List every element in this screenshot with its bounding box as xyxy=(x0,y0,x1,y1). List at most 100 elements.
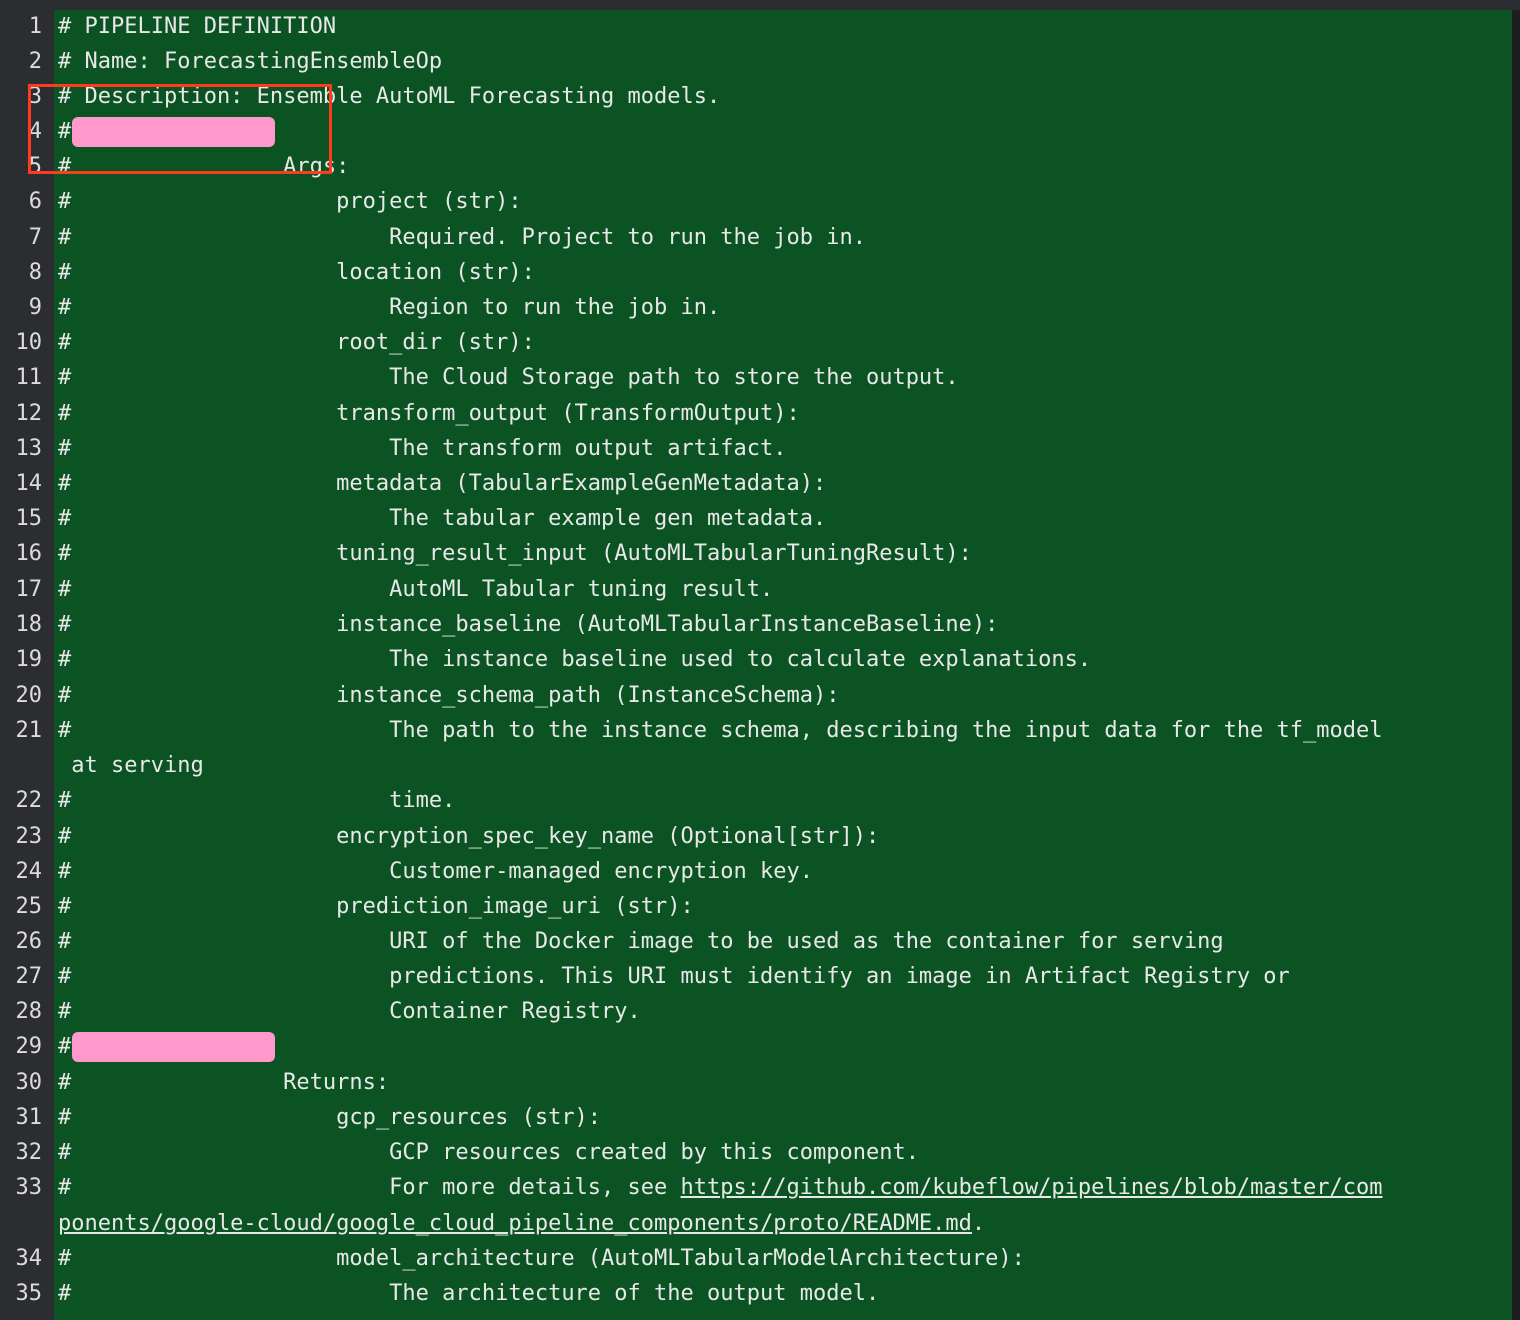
code-text: # For more details, see xyxy=(58,1175,681,1200)
line-number: 10 xyxy=(15,330,43,355)
line-number: 2 xyxy=(28,49,42,74)
code-line: # transform_output (TransformOutput): xyxy=(58,399,800,429)
code-line: # instance_baseline (AutoMLTabularInstan… xyxy=(58,610,998,640)
code-text: # PIPELINE DEFINITION xyxy=(58,14,337,39)
code-line: # encryption_spec_key_name (Optional[str… xyxy=(58,822,879,852)
code-line: at serving xyxy=(58,751,204,781)
code-text: # AutoML Tabular tuning result. xyxy=(58,577,774,602)
code-text: # metadata (TabularExampleGenMetadata): xyxy=(58,471,827,496)
line-number: 25 xyxy=(15,894,43,919)
line-number: 14 xyxy=(15,471,43,496)
code-text: # instance_schema_path (InstanceSchema): xyxy=(58,683,840,708)
code-text: # Customer-managed encryption key. xyxy=(58,859,813,884)
vertical-scrollbar[interactable] xyxy=(1512,10,1520,1320)
code-text: # Returns: xyxy=(58,1070,390,1095)
code-line: # gcp_resources (str): xyxy=(58,1103,601,1133)
code-text: # Region to run the job in. xyxy=(58,295,721,320)
code-text: # Name: ForecastingEnsembleOp xyxy=(58,49,443,74)
line-number: 30 xyxy=(15,1070,43,1095)
line-number: 9 xyxy=(28,295,42,320)
code-text: # xyxy=(58,1034,72,1059)
code-line: # PIPELINE DEFINITION xyxy=(58,12,336,42)
code-line: # instance_schema_path (InstanceSchema): xyxy=(58,681,839,711)
line-number: 20 xyxy=(15,683,43,708)
code-text: # prediction_image_uri (str): xyxy=(58,894,694,919)
code-line: # project (str): xyxy=(58,187,522,217)
code-line: # tuning_result_input (AutoMLTabularTuni… xyxy=(58,539,972,569)
code-line: # For more details, see https://github.c… xyxy=(58,1173,1383,1203)
line-number: 34 xyxy=(15,1246,43,1271)
line-number: 32 xyxy=(15,1140,43,1165)
code-text: . xyxy=(971,1211,986,1236)
code-text: # The architecture of the output model. xyxy=(58,1281,880,1306)
code-text: # The path to the instance schema, descr… xyxy=(58,718,1383,743)
line-number: 33 xyxy=(15,1175,43,1200)
code-line: # The path to the instance schema, descr… xyxy=(58,716,1383,746)
line-number: 31 xyxy=(15,1105,43,1130)
code-text: # The tabular example gen metadata. xyxy=(58,506,827,531)
line-number: 23 xyxy=(15,824,43,849)
code-line: # Required. Project to run the job in. xyxy=(58,223,866,253)
redaction-mark xyxy=(72,1032,275,1062)
code-line: ponents/google-cloud/google_cloud_pipeli… xyxy=(58,1209,985,1239)
code-text: at serving xyxy=(58,753,204,778)
code-line: # The architecture of the output model. xyxy=(58,1279,879,1309)
line-number: 21 xyxy=(15,718,43,743)
code-text: # instance_baseline (AutoMLTabularInstan… xyxy=(58,612,999,637)
code-text: # URI of the Docker image to be used as … xyxy=(58,929,1224,954)
code-text: # time. xyxy=(58,788,456,813)
code-line: # GCP resources created by this componen… xyxy=(58,1138,919,1168)
highlight-annotation-box xyxy=(28,84,332,174)
line-number: 24 xyxy=(15,859,43,884)
code-line: # The transform output artifact. xyxy=(58,434,786,464)
line-number: 7 xyxy=(28,225,42,250)
code-text: # predictions. This URI must identify an… xyxy=(58,964,1290,989)
line-number: 12 xyxy=(15,401,43,426)
code-text: # location (str): xyxy=(58,260,535,285)
line-number: 8 xyxy=(28,260,42,285)
readme-link[interactable]: ponents/google-cloud/google_cloud_pipeli… xyxy=(58,1211,972,1236)
code-text: # The transform output artifact. xyxy=(58,436,787,461)
code-line: # prediction_image_uri (str): xyxy=(58,892,694,922)
line-number: 19 xyxy=(15,647,43,672)
code-line: # AutoML Tabular tuning result. xyxy=(58,575,773,605)
editor-top-bar xyxy=(0,0,1520,10)
line-number: 35 xyxy=(15,1281,43,1306)
line-number: 27 xyxy=(15,964,43,989)
line-number: 11 xyxy=(15,365,43,390)
line-number: 26 xyxy=(15,929,43,954)
code-text: # gcp_resources (str): xyxy=(58,1105,602,1130)
code-text: # The instance baseline used to calculat… xyxy=(58,647,1092,672)
code-text: # tuning_result_input (AutoMLTabularTuni… xyxy=(58,541,972,566)
readme-link[interactable]: https://github.com/kubeflow/pipelines/bl… xyxy=(681,1175,1383,1200)
code-text: # GCP resources created by this componen… xyxy=(58,1140,919,1165)
line-number: 16 xyxy=(15,541,43,566)
code-line: # URI of the Docker image to be used as … xyxy=(58,927,1224,957)
code-line: # location (str): xyxy=(58,258,535,288)
line-number: 1 xyxy=(28,14,42,39)
code-text: # root_dir (str): xyxy=(58,330,535,355)
code-line: # The tabular example gen metadata. xyxy=(58,504,826,534)
code-line: # xyxy=(58,1032,71,1062)
line-number: 13 xyxy=(15,436,43,461)
line-number: 15 xyxy=(15,506,43,531)
code-line: # Region to run the job in. xyxy=(58,293,720,323)
code-text: # Container Registry. xyxy=(58,999,641,1024)
code-text: # encryption_spec_key_name (Optional[str… xyxy=(58,824,880,849)
code-line: # root_dir (str): xyxy=(58,328,535,358)
code-line: # predictions. This URI must identify an… xyxy=(58,962,1290,992)
code-line: # Name: ForecastingEnsembleOp xyxy=(58,47,442,77)
code-line: # Returns: xyxy=(58,1068,389,1098)
line-number: 18 xyxy=(15,612,43,637)
code-line: # The instance baseline used to calculat… xyxy=(58,645,1091,675)
code-line: # metadata (TabularExampleGenMetadata): xyxy=(58,469,826,499)
line-number: 22 xyxy=(15,788,43,813)
code-line: # Container Registry. xyxy=(58,997,641,1027)
code-text: # transform_output (TransformOutput): xyxy=(58,401,800,426)
code-line: # The Cloud Storage path to store the ou… xyxy=(58,363,959,393)
code-text: # model_architecture (AutoMLTabularModel… xyxy=(58,1246,1025,1271)
line-number: 29 xyxy=(15,1034,43,1059)
code-text: # project (str): xyxy=(58,189,522,214)
code-text: # Required. Project to run the job in. xyxy=(58,225,866,250)
code-line: # time. xyxy=(58,786,455,816)
